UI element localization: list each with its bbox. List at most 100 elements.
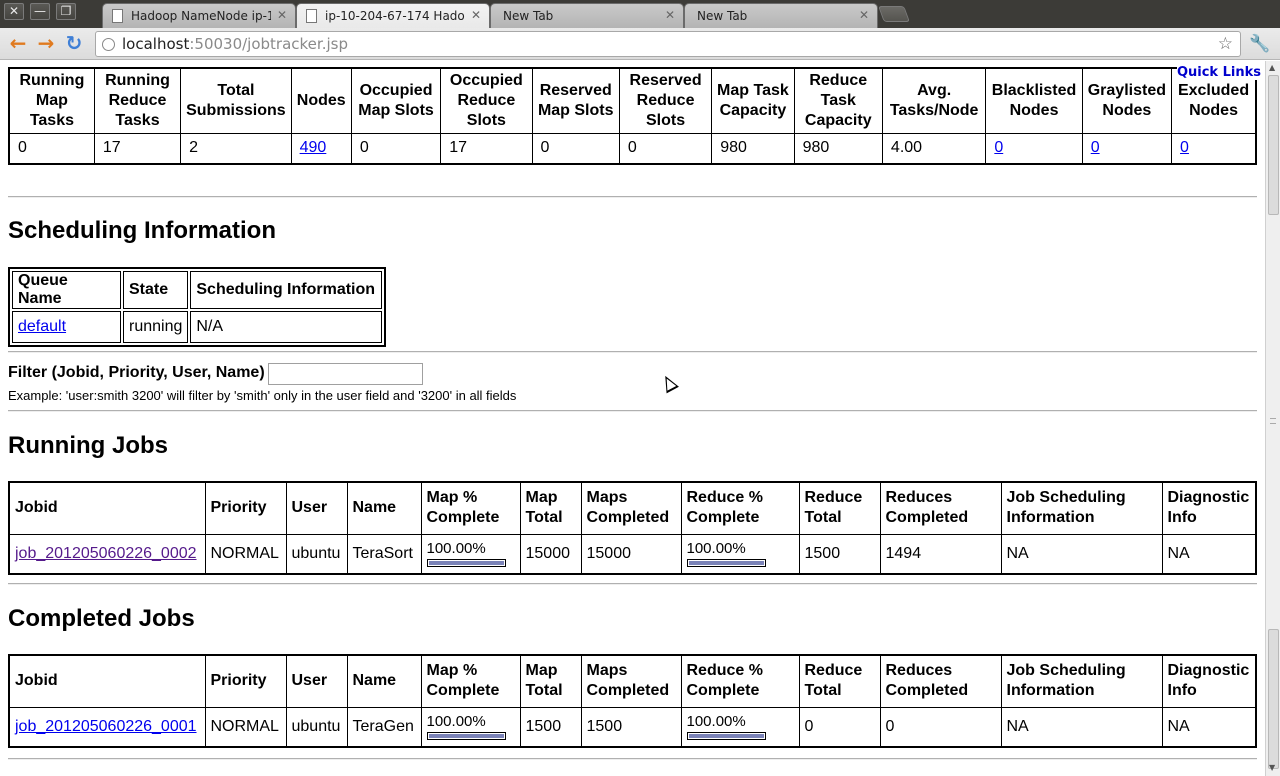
browser-tab-namenode[interactable]: Hadoop NameNode ip-10- ✕ bbox=[102, 3, 296, 28]
col-priority: Priority bbox=[204, 481, 287, 535]
col-map-total: Map Total bbox=[519, 654, 582, 708]
browser-toolbar: ← → ↻ localhost:50030/jobtracker.jsp ☆ 🔧 bbox=[0, 28, 1280, 60]
window-maximize-button[interactable]: ❐ bbox=[56, 3, 76, 20]
queue-name-cell: default bbox=[12, 311, 121, 343]
total-submissions-value: 2 bbox=[180, 133, 292, 164]
nodes-link[interactable]: 490 bbox=[300, 139, 327, 156]
col-job-scheduling-information: Job Scheduling Information bbox=[1000, 481, 1163, 535]
tab-title: ip-10-204-67-174 Hadoop bbox=[325, 9, 465, 23]
url-host: localhost bbox=[122, 35, 190, 53]
running-reduce-tasks-value: 17 bbox=[93, 133, 182, 164]
reduce-task-capacity-value: 980 bbox=[793, 133, 883, 164]
address-bar[interactable]: localhost:50030/jobtracker.jsp ☆ bbox=[95, 31, 1241, 57]
job-filter-input[interactable] bbox=[268, 363, 423, 385]
running-jobs-table: Jobid Priority User Name Map % Complete … bbox=[8, 481, 1257, 575]
bookmark-star-icon[interactable]: ☆ bbox=[1218, 32, 1233, 56]
wrench-menu-icon[interactable]: 🔧 bbox=[1249, 33, 1271, 55]
tab-close-icon[interactable]: ✕ bbox=[471, 8, 481, 22]
blacklisted-nodes-link[interactable]: 0 bbox=[994, 139, 1003, 156]
job-diagnostic-info: NA bbox=[1161, 706, 1257, 748]
tab-close-icon[interactable]: ✕ bbox=[665, 8, 675, 22]
map-pct-complete: 100.00% bbox=[426, 539, 486, 557]
col-graylisted-nodes: Graylisted Nodes bbox=[1081, 67, 1173, 134]
map-task-capacity-value: 980 bbox=[711, 133, 795, 164]
job-user: ubuntu bbox=[285, 706, 348, 748]
job-priority: NORMAL bbox=[204, 706, 287, 748]
reduce-pct-complete: 100.00% bbox=[686, 539, 746, 557]
tab-strip: ✕ — ❐ Hadoop NameNode ip-10- ✕ ip-10-204… bbox=[0, 0, 1280, 28]
col-reduces-completed: Reduces Completed bbox=[879, 654, 1002, 708]
tab-close-icon[interactable]: ✕ bbox=[859, 8, 869, 22]
col-nodes: Nodes bbox=[290, 67, 352, 134]
job-reduces-completed: 0 bbox=[879, 706, 1002, 748]
col-map-pct-complete: Map % Complete bbox=[420, 481, 521, 535]
col-running-map-tasks: Running Map Tasks bbox=[8, 67, 95, 134]
back-arrow-icon[interactable]: ← bbox=[6, 32, 30, 56]
occupied-map-slots-value: 0 bbox=[350, 133, 442, 164]
completed-job-link[interactable]: job_201205060226_0001 bbox=[15, 718, 197, 735]
scroll-track-segment bbox=[1268, 629, 1279, 769]
col-reduce-total: Reduce Total bbox=[798, 654, 881, 708]
scheduling-information-heading: Scheduling Information bbox=[8, 217, 276, 244]
completed-jobs-table: Jobid Priority User Name Map % Complete … bbox=[8, 654, 1257, 748]
excluded-nodes-cell: 0 bbox=[1171, 133, 1257, 164]
col-priority: Priority bbox=[204, 654, 287, 708]
browser-tab-new-2[interactable]: New Tab ✕ bbox=[684, 3, 878, 28]
job-name: TeraSort bbox=[346, 533, 422, 575]
section-divider bbox=[8, 410, 1257, 412]
col-map-total: Map Total bbox=[519, 481, 582, 535]
scroll-grip-icon bbox=[1270, 418, 1276, 424]
map-pct-complete: 100.00% bbox=[426, 712, 486, 730]
reserved-map-slots-value: 0 bbox=[531, 133, 620, 164]
scroll-up-arrow-icon[interactable]: ▲ bbox=[1269, 63, 1275, 72]
col-user: User bbox=[285, 481, 348, 535]
running-job-link[interactable]: job_201205060226_0002 bbox=[15, 545, 197, 562]
col-blacklisted-nodes: Blacklisted Nodes bbox=[985, 67, 1083, 134]
page-icon bbox=[112, 9, 123, 23]
scroll-thumb[interactable] bbox=[1268, 75, 1279, 215]
window-minimize-button[interactable]: — bbox=[30, 3, 50, 20]
col-reduce-task-capacity: Reduce Task Capacity bbox=[793, 67, 883, 134]
reduce-pct-complete: 100.00% bbox=[686, 712, 746, 730]
col-name: Name bbox=[346, 654, 422, 708]
job-scheduling-info: NA bbox=[1000, 706, 1163, 748]
col-avg-tasks-node: Avg. Tasks/Node bbox=[881, 67, 987, 134]
reload-icon[interactable]: ↻ bbox=[62, 32, 86, 56]
window-close-button[interactable]: ✕ bbox=[4, 3, 24, 20]
new-tab-button[interactable] bbox=[878, 6, 910, 22]
vertical-scrollbar[interactable]: ▲ ▼ bbox=[1265, 61, 1280, 776]
job-reduces-completed: 1494 bbox=[879, 533, 1002, 575]
browser-tab-new-1[interactable]: New Tab ✕ bbox=[490, 3, 684, 28]
reduce-progress-bar bbox=[686, 558, 766, 567]
graylisted-nodes-cell: 0 bbox=[1081, 133, 1173, 164]
blacklisted-nodes-cell: 0 bbox=[985, 133, 1083, 164]
completed-jobs-heading: Completed Jobs bbox=[8, 605, 195, 632]
col-maps-completed: Maps Completed bbox=[580, 481, 682, 535]
cluster-summary-header-row: Running Map Tasks Running Reduce Tasks T… bbox=[8, 67, 1257, 134]
col-scheduling-information: Scheduling Information bbox=[190, 271, 382, 309]
graylisted-nodes-link[interactable]: 0 bbox=[1091, 139, 1100, 156]
forward-arrow-icon[interactable]: → bbox=[34, 32, 58, 56]
quick-links-menu[interactable]: Quick Links bbox=[1176, 65, 1261, 80]
scroll-down-arrow-icon[interactable]: ▼ bbox=[1269, 763, 1275, 772]
col-reduces-completed: Reduces Completed bbox=[879, 481, 1002, 535]
page-info-icon[interactable] bbox=[102, 38, 115, 51]
excluded-nodes-link[interactable]: 0 bbox=[1180, 139, 1189, 156]
job-diagnostic-info: NA bbox=[1161, 533, 1257, 575]
section-divider bbox=[8, 196, 1257, 198]
job-scheduling-info: NA bbox=[1000, 533, 1163, 575]
avg-tasks-node-value: 4.00 bbox=[881, 133, 987, 164]
browser-tab-jobtracker[interactable]: ip-10-204-67-174 Hadoop ✕ bbox=[296, 3, 490, 28]
filter-example-text: Example: 'user:smith 3200' will filter b… bbox=[8, 388, 517, 403]
tab-close-icon[interactable]: ✕ bbox=[277, 8, 287, 22]
job-priority: NORMAL bbox=[204, 533, 287, 575]
col-reduce-total: Reduce Total bbox=[798, 481, 881, 535]
queue-default-link[interactable]: default bbox=[18, 318, 66, 335]
completed-jobs-header-row: Jobid Priority User Name Map % Complete … bbox=[8, 654, 1257, 708]
table-row: job_201205060226_0001 NORMAL ubuntu Tera… bbox=[8, 706, 1257, 748]
col-name: Name bbox=[346, 481, 422, 535]
col-job-scheduling-information: Job Scheduling Information bbox=[1000, 654, 1163, 708]
reduce-progress-cell: 100.00% bbox=[680, 706, 800, 748]
job-maps-completed: 1500 bbox=[580, 706, 682, 748]
job-map-total: 1500 bbox=[519, 706, 582, 748]
